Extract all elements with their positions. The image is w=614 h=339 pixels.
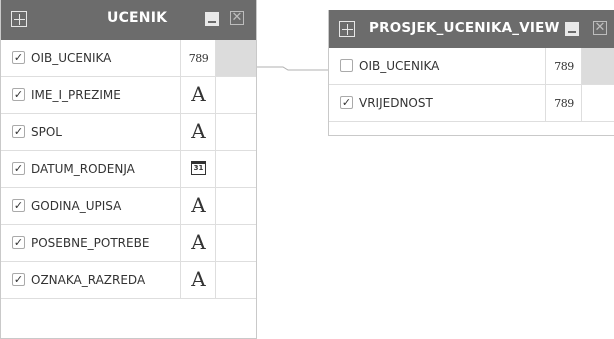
text-type-icon: A — [191, 119, 206, 143]
column-name: IME_I_PREZIME — [31, 88, 121, 102]
column-type-cell: A — [180, 225, 216, 261]
column-extra-cell — [581, 48, 614, 84]
column-extra-cell — [215, 262, 256, 298]
text-type-icon: A — [191, 230, 206, 254]
column-row[interactable]: ✓ OZNAKA_RAZREDA A — [1, 262, 256, 299]
close-icon[interactable]: ✕ — [230, 11, 244, 25]
column-type-cell: 789 — [180, 40, 216, 76]
column-extra-cell — [215, 77, 256, 113]
column-extra-cell — [215, 151, 256, 187]
column-name: SPOL — [31, 125, 62, 139]
column-type-cell: 789 — [545, 85, 582, 121]
table-title: PROSJEK_UCENIKA_VIEW — [369, 20, 560, 36]
column-type-cell: A — [180, 114, 216, 150]
column-name: VRIJEDNOST — [359, 96, 433, 110]
column-extra-cell — [215, 188, 256, 224]
text-type-icon: A — [191, 193, 206, 217]
column-type-cell: A — [180, 77, 216, 113]
column-extra-cell — [215, 114, 256, 150]
column-checkbox[interactable]: ✓ — [12, 88, 25, 101]
text-type-icon: A — [191, 267, 206, 291]
column-type-cell: 31 — [180, 151, 216, 187]
column-checkbox[interactable]: ✓ — [12, 162, 25, 175]
calendar-type-icon: 31 — [191, 161, 206, 175]
column-name: OZNAKA_RAZREDA — [31, 273, 146, 287]
table-title: UCENIK — [107, 10, 168, 26]
text-type-icon: A — [191, 82, 206, 106]
column-row[interactable]: ✓ DATUM_RODENJA 31 — [1, 151, 256, 188]
column-name: DATUM_RODENJA — [31, 162, 135, 176]
column-checkbox[interactable]: ✓ — [12, 199, 25, 212]
column-type-cell: A — [180, 188, 216, 224]
column-name: POSEBNE_POTREBE — [31, 236, 150, 250]
table-grid-icon — [11, 11, 27, 27]
column-row[interactable]: ✓ OIB_UCENIKA 789 — [1, 40, 256, 77]
table-prosjek-ucenika-view[interactable]: PROSJEK_UCENIKA_VIEW ✕ ✓ OIB_UCENIKA 789 ✓ V… — [328, 10, 614, 136]
table-header[interactable]: PROSJEK_UCENIKA_VIEW ✕ — [329, 10, 614, 48]
column-row[interactable]: ✓ POSEBNE_POTREBE A — [1, 225, 256, 262]
number-type-icon: 789 — [554, 97, 574, 110]
number-type-icon: 789 — [188, 52, 209, 65]
table-ucenik[interactable]: UCENIK ✕ ✓ OIB_UCENIKA 789 ✓ IME_I_PREZIME A ✓… — [0, 0, 257, 339]
column-name: OIB_UCENIKA — [31, 51, 112, 65]
column-checkbox[interactable]: ✓ — [12, 125, 25, 138]
column-name: GODINA_UPISA — [31, 199, 122, 213]
minimize-icon[interactable] — [565, 22, 579, 36]
close-icon[interactable]: ✕ — [593, 21, 607, 35]
table-header[interactable]: UCENIK ✕ — [1, 0, 256, 40]
column-row[interactable]: ✓ SPOL A — [1, 114, 256, 151]
table-grid-icon — [339, 21, 355, 37]
column-name: OIB_UCENIKA — [359, 59, 440, 73]
column-row[interactable]: ✓ IME_I_PREZIME A — [1, 77, 256, 114]
column-extra-cell — [215, 225, 256, 261]
column-extra-cell — [215, 40, 256, 76]
column-checkbox[interactable]: ✓ — [12, 236, 25, 249]
column-checkbox[interactable]: ✓ — [340, 96, 353, 109]
column-row[interactable]: ✓ OIB_UCENIKA 789 — [329, 48, 614, 85]
column-checkbox[interactable]: ✓ — [12, 273, 25, 286]
column-type-cell: A — [180, 262, 216, 298]
number-type-icon: 789 — [554, 60, 574, 73]
column-extra-cell — [581, 85, 614, 121]
column-checkbox[interactable]: ✓ — [340, 59, 353, 72]
column-row[interactable]: ✓ VRIJEDNOST 789 — [329, 85, 614, 122]
minimize-icon[interactable] — [205, 12, 219, 26]
column-checkbox[interactable]: ✓ — [12, 51, 25, 64]
column-type-cell: 789 — [545, 48, 582, 84]
column-row[interactable]: ✓ GODINA_UPISA A — [1, 188, 256, 225]
